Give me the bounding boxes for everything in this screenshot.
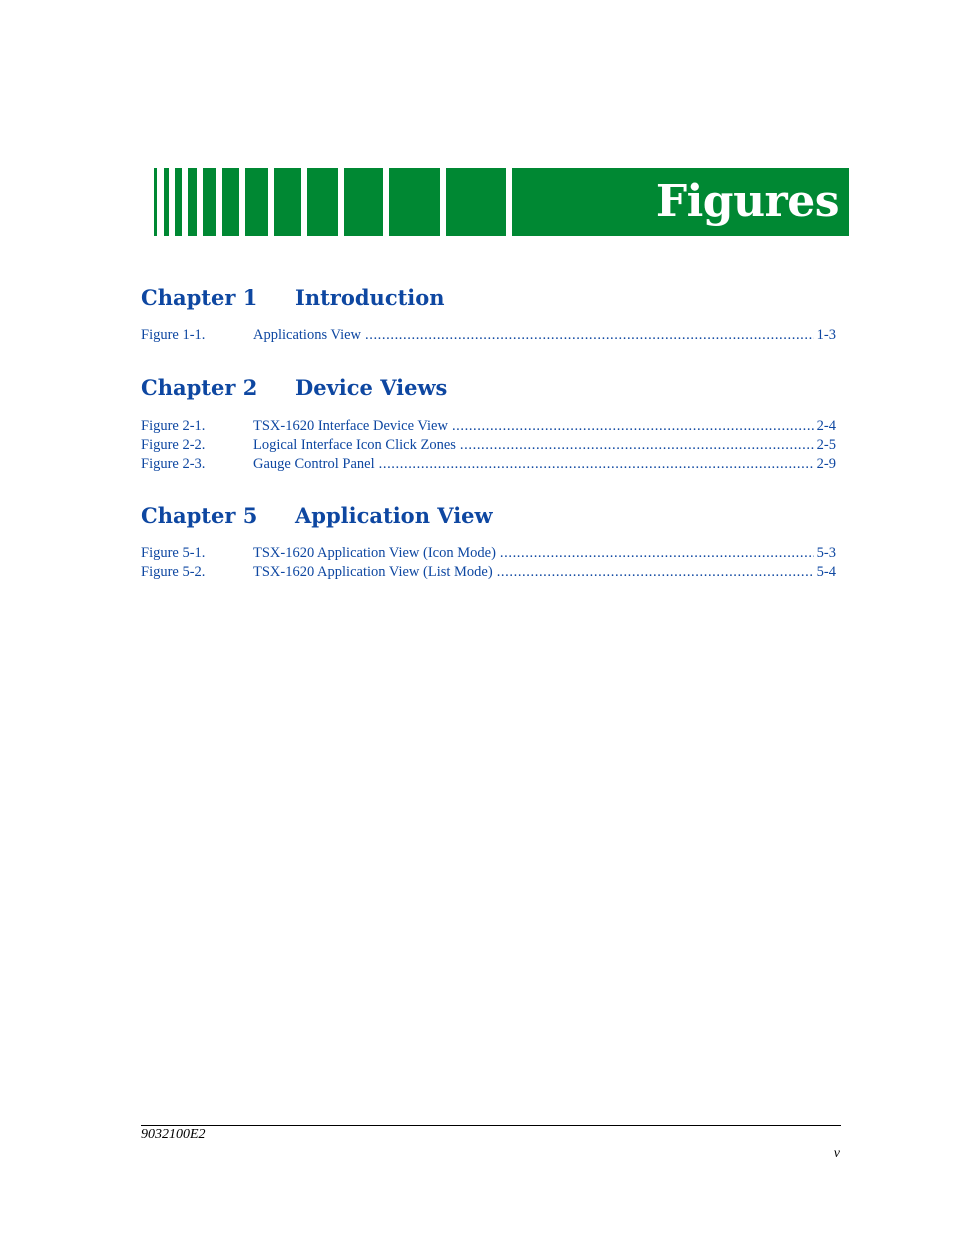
banner-stripe <box>188 168 197 236</box>
dot-leader <box>452 417 814 436</box>
figure-page: 1-3 <box>816 327 836 343</box>
banner-stripe <box>245 168 268 236</box>
dot-leader <box>379 455 814 474</box>
figure-label: Figure 2-2. <box>141 437 206 453</box>
chapter-heading[interactable]: Chapter 1 Introduction <box>141 285 445 311</box>
page-title: Figures <box>655 176 840 227</box>
chapter-number: Chapter 2 <box>141 375 258 400</box>
chapter-title: Device Views <box>295 375 448 400</box>
figure-title: TSX-1620 Application View (Icon Mode) <box>253 544 500 563</box>
dot-leader <box>497 563 814 582</box>
chapter-title: Introduction <box>295 285 445 310</box>
chapter-heading[interactable]: Chapter 2 Device Views <box>141 375 447 401</box>
figure-label: Figure 2-1. <box>141 418 206 434</box>
banner-stripe <box>203 168 216 236</box>
footer-rule <box>141 1125 841 1126</box>
banner-stripe <box>274 168 301 236</box>
figure-title: TSX-1620 Application View (List Mode) <box>253 563 497 582</box>
figure-title: Applications View <box>253 326 365 345</box>
chapter-number: Chapter 1 <box>141 285 258 310</box>
figure-page: 2-4 <box>816 418 836 434</box>
dot-leader <box>365 326 814 345</box>
page-number: v <box>833 1146 840 1161</box>
chapter-number: Chapter 5 <box>141 503 258 528</box>
banner-stripe <box>164 168 169 236</box>
figure-title: TSX-1620 Interface Device View <box>253 417 452 436</box>
figure-page: 2-9 <box>816 456 836 472</box>
figure-entry[interactable]: Figure 1-1. Applications View 1-3 <box>141 326 836 345</box>
chapter-title: Application View <box>295 503 493 528</box>
document-id: 9032100E2 <box>141 1127 206 1142</box>
banner-stripe <box>446 168 506 236</box>
figure-entry[interactable]: Figure 5-1. TSX-1620 Application View (I… <box>141 544 836 563</box>
figure-title: Logical Interface Icon Click Zones <box>253 436 460 455</box>
banner-stripe <box>175 168 182 236</box>
banner-stripe <box>222 168 239 236</box>
banner-stripe <box>154 168 157 236</box>
figure-title: Gauge Control Panel <box>253 455 379 474</box>
chapter-heading[interactable]: Chapter 5 Application View <box>141 503 493 529</box>
figure-label: Figure 5-2. <box>141 564 206 580</box>
figure-page: 5-3 <box>816 545 836 561</box>
banner-stripe <box>344 168 383 236</box>
dot-leader <box>460 436 814 455</box>
figure-page: 5-4 <box>816 564 836 580</box>
figure-label: Figure 1-1. <box>141 327 206 343</box>
figure-entry[interactable]: Figure 5-2. TSX-1620 Application View (L… <box>141 563 836 582</box>
banner-title-block: Figures <box>512 168 849 236</box>
figure-label: Figure 2-3. <box>141 456 206 472</box>
figure-entry[interactable]: Figure 2-2. Logical Interface Icon Click… <box>141 436 836 455</box>
figures-banner: Figures <box>0 168 954 236</box>
figure-entry[interactable]: Figure 2-3. Gauge Control Panel 2-9 <box>141 455 836 474</box>
figure-entry[interactable]: Figure 2-1. TSX-1620 Interface Device Vi… <box>141 417 836 436</box>
figure-page: 2-5 <box>816 437 836 453</box>
banner-stripe <box>389 168 440 236</box>
dot-leader <box>500 544 814 563</box>
banner-stripe <box>307 168 338 236</box>
figure-label: Figure 5-1. <box>141 545 206 561</box>
